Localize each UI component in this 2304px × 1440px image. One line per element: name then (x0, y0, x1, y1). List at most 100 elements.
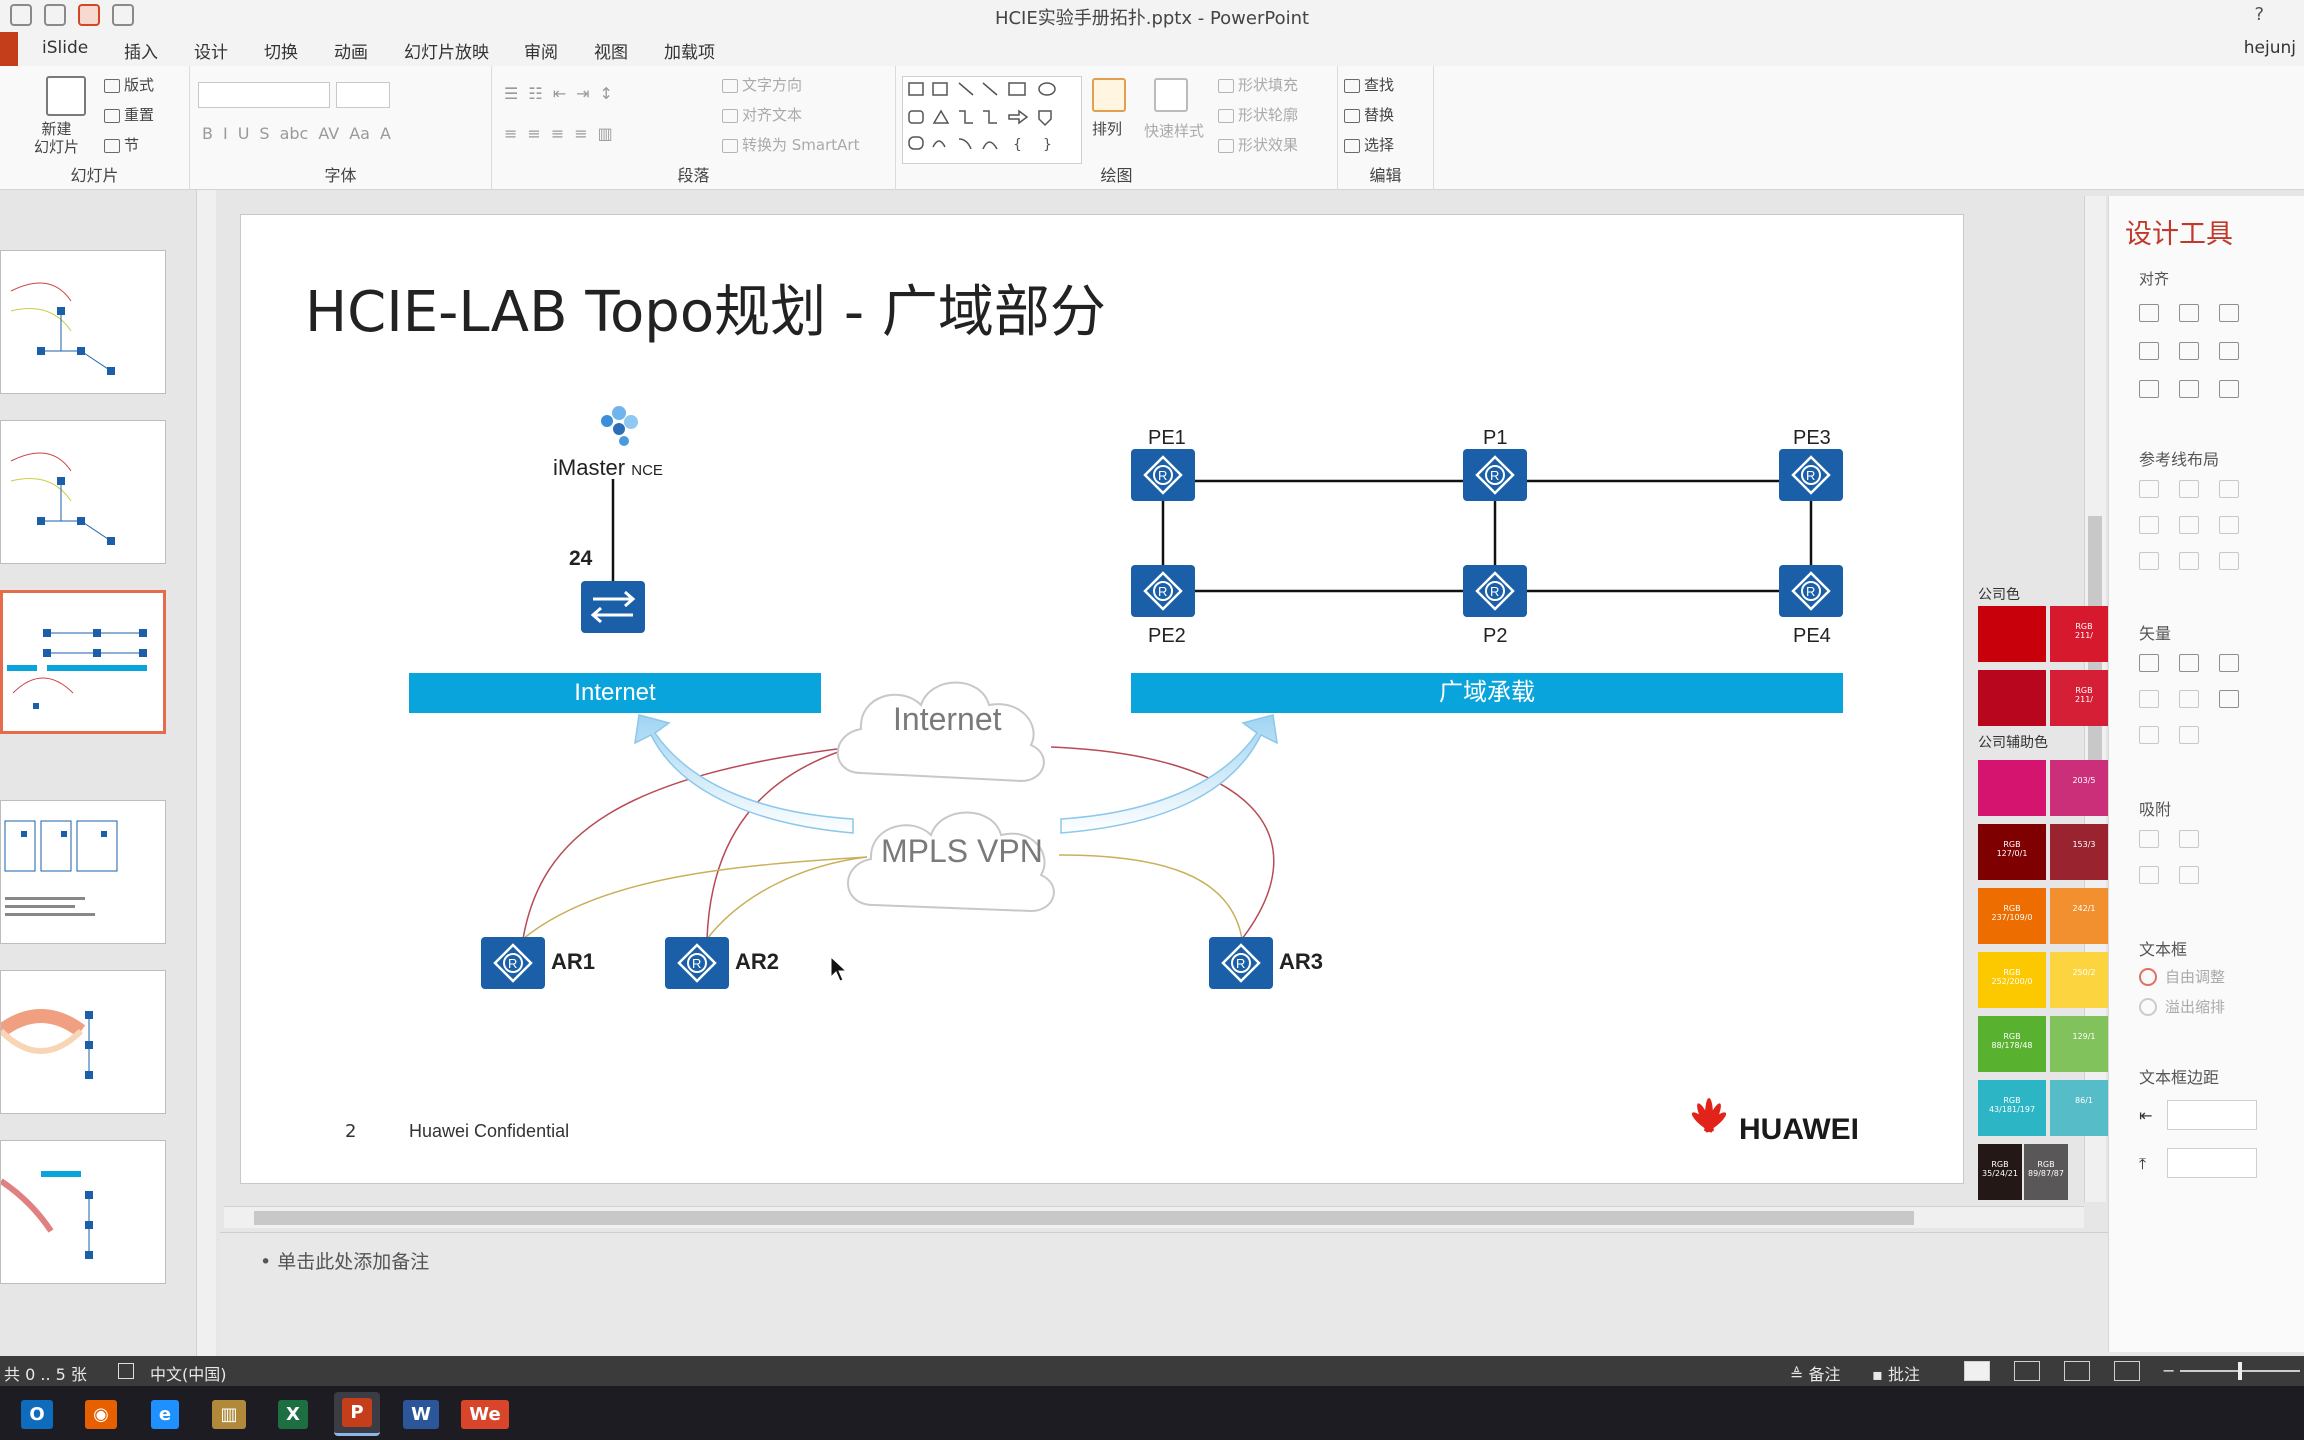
slide-thumbnail[interactable] (0, 800, 166, 944)
file-tab[interactable] (0, 32, 18, 66)
outdent-icon[interactable]: ⇥ (576, 84, 589, 103)
align-right-icon[interactable]: ≡ (551, 124, 564, 143)
reading-view-button[interactable] (2064, 1361, 2090, 1381)
taskbar-powerpoint-icon[interactable]: P (334, 1392, 380, 1436)
tab-slideshow[interactable]: 幻灯片放映 (404, 38, 489, 63)
guide-middle-icon[interactable] (2179, 516, 2199, 534)
taskbar-excel-icon[interactable]: X (270, 1392, 316, 1436)
color-swatch[interactable] (1978, 760, 2046, 816)
spacing-icon[interactable]: AV (318, 124, 339, 143)
spellcheck-icon[interactable] (118, 1363, 134, 1379)
color-swatch[interactable] (1978, 670, 2046, 726)
internet-bar[interactable]: Internet (409, 673, 821, 713)
text-to-shape-icon[interactable] (2139, 726, 2159, 744)
underline-icon[interactable]: U (238, 124, 250, 143)
snap-top-icon[interactable] (2139, 866, 2159, 884)
color-swatch[interactable] (1978, 606, 2046, 662)
slideshow-button[interactable] (2114, 1361, 2140, 1381)
tab-design[interactable]: 设计 (194, 38, 228, 63)
slide-thumbnail[interactable] (0, 420, 166, 564)
guide-center-icon[interactable] (2179, 480, 2199, 498)
color-swatch[interactable]: RGB 237/109/0 (1978, 888, 2046, 944)
guide-bottom-icon[interactable] (2219, 516, 2239, 534)
taskbar-wps-icon[interactable]: We (461, 1392, 509, 1436)
snap-left-icon[interactable] (2139, 830, 2159, 848)
new-slide-button[interactable]: 新建 幻灯片 (34, 120, 79, 156)
guide-fit-icon[interactable] (2219, 552, 2239, 570)
section-button[interactable]: 节 (104, 134, 139, 155)
select-button[interactable]: 选择 (1344, 134, 1394, 155)
fragment-icon[interactable] (2219, 654, 2239, 672)
subtract-icon[interactable] (2179, 690, 2199, 708)
shapes-gallery[interactable]: {} (902, 76, 1082, 164)
bold-icon[interactable]: B (202, 124, 213, 143)
top-margin-input[interactable] (2167, 1148, 2257, 1178)
align-right-icon[interactable] (2219, 304, 2239, 322)
align-left-icon[interactable] (2139, 304, 2159, 322)
quick-styles-button[interactable]: 快速样式 (1144, 120, 1204, 141)
edit-points-icon[interactable] (2219, 690, 2239, 708)
align-middle-icon[interactable] (2179, 342, 2199, 360)
tab-transitions[interactable]: 切换 (264, 38, 298, 63)
color-swatch[interactable]: RGB 35/24/21 (1978, 1144, 2022, 1200)
bullets-icon[interactable]: ☰ (504, 84, 518, 103)
distribute-v-icon[interactable] (2179, 380, 2199, 398)
font-size-combo[interactable] (336, 82, 390, 108)
slide-thumbnail[interactable] (0, 250, 166, 394)
shape-fill-button[interactable]: 形状填充 (1218, 74, 1298, 95)
guide-top-icon[interactable] (2139, 516, 2159, 534)
shape-outline-button[interactable]: 形状轮廓 (1218, 104, 1298, 125)
tab-animations[interactable]: 动画 (334, 38, 368, 63)
snap-bottom-icon[interactable] (2179, 866, 2199, 884)
taskbar-firefox-icon[interactable]: ◉ (78, 1392, 124, 1436)
normal-view-button[interactable] (1964, 1361, 1990, 1381)
color-swatch[interactable]: RGB 88/178/48 (1978, 1016, 2046, 1072)
layout-button[interactable]: 版式 (104, 74, 154, 95)
help-button[interactable]: ? (2254, 4, 2264, 25)
shape-convert-icon[interactable] (2179, 726, 2199, 744)
guide-left-icon[interactable] (2139, 480, 2159, 498)
align-top-icon[interactable] (2139, 342, 2159, 360)
smartart-button[interactable]: 转换为 SmartArt (722, 134, 859, 155)
font-color-icon[interactable]: A (380, 124, 391, 143)
thumbnail-scrollbar[interactable] (196, 190, 216, 1358)
tab-review[interactable]: 审阅 (524, 38, 558, 63)
columns-icon[interactable]: ▥ (598, 124, 613, 143)
intersect-icon[interactable] (2139, 690, 2159, 708)
align-center-icon[interactable] (2179, 304, 2199, 322)
italic-icon[interactable]: I (223, 124, 228, 143)
indent-icon[interactable]: ⇤ (553, 84, 566, 103)
guide-right-icon[interactable] (2219, 480, 2239, 498)
zoom-out-button[interactable]: − (2162, 1361, 2175, 1380)
slide-thumbnail[interactable] (0, 970, 166, 1114)
replace-button[interactable]: 替换 (1344, 104, 1394, 125)
combine-icon[interactable] (2179, 654, 2199, 672)
notes-placeholder[interactable]: • 单击此处添加备注 (260, 1247, 429, 1274)
union-icon[interactable] (2139, 654, 2159, 672)
hscroll-thumb[interactable] (254, 1211, 1914, 1225)
case-icon[interactable]: Aa (349, 124, 370, 143)
numbering-icon[interactable]: ☷ (528, 84, 542, 103)
taskbar-ie-icon[interactable]: e (142, 1392, 188, 1436)
autofit-radio[interactable] (2139, 968, 2157, 986)
user-account[interactable]: hejunj (2244, 38, 2296, 58)
color-swatch[interactable]: RGB 89/87/87 (2024, 1144, 2068, 1200)
taskbar-word-icon[interactable]: W (398, 1392, 444, 1436)
text-direction-button[interactable]: 文字方向 (722, 74, 802, 95)
align-center-icon[interactable]: ≡ (527, 124, 540, 143)
slide-horizontal-scrollbar[interactable] (224, 1206, 2084, 1228)
slide-canvas[interactable]: HCIE-LAB Topo规划 - 广域部分 R R R R R R R R R… (240, 214, 1964, 1184)
color-swatch[interactable]: RGB 43/181/197 (1978, 1080, 2046, 1136)
find-button[interactable]: 查找 (1344, 74, 1394, 95)
slide-sorter-button[interactable] (2014, 1361, 2040, 1381)
slide-thumbnail[interactable] (0, 1140, 166, 1284)
snap-right-icon[interactable] (2179, 830, 2199, 848)
shape-effects-button[interactable]: 形状效果 (1218, 134, 1298, 155)
language-status[interactable]: 中文(中国) (150, 1361, 227, 1385)
align-left-icon[interactable]: ≡ (504, 124, 517, 143)
line-spacing-icon[interactable]: ↕ (600, 84, 613, 103)
overflow-radio[interactable] (2139, 998, 2157, 1016)
align-text-button[interactable]: 对齐文本 (722, 104, 802, 125)
tab-islide[interactable]: iSlide (42, 38, 88, 58)
tab-insert[interactable]: 插入 (124, 38, 158, 63)
